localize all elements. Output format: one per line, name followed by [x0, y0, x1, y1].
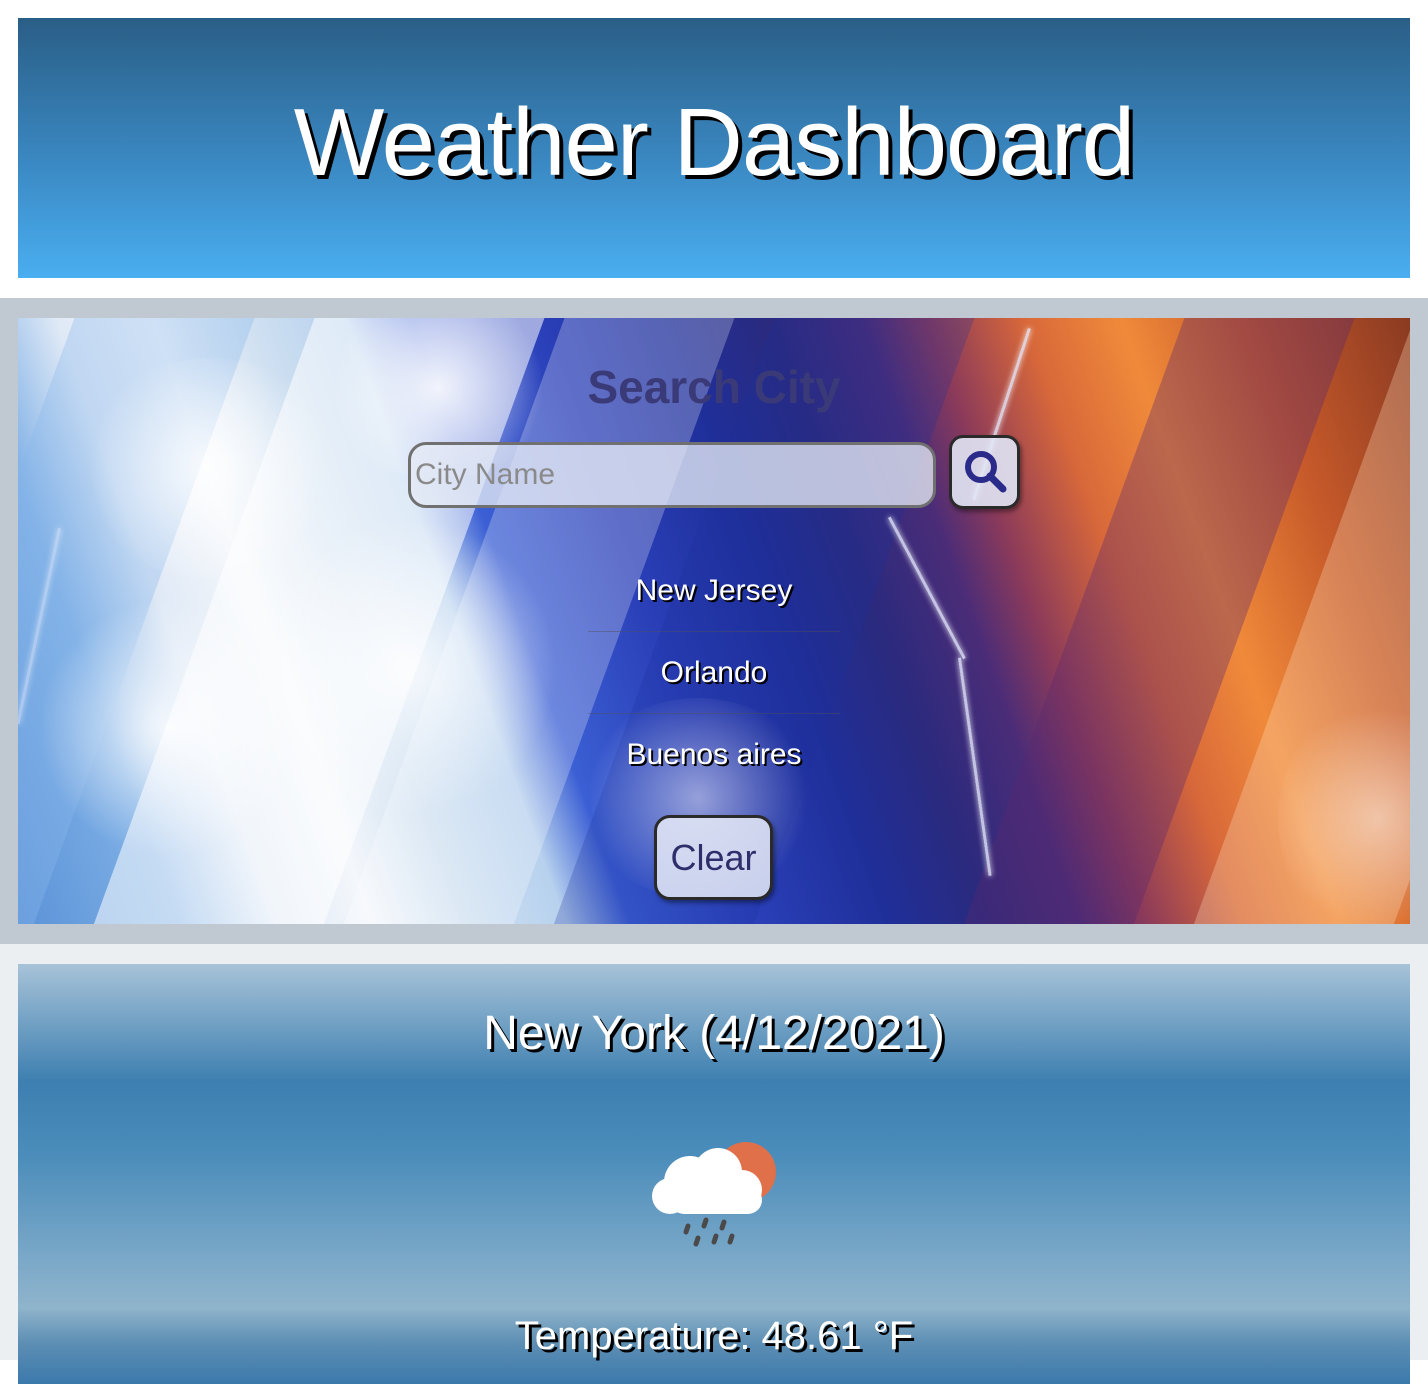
cloud-shape	[258, 518, 558, 818]
current-city-title: New York (4/12/2021)	[483, 1007, 945, 1060]
lightning-bolt	[958, 657, 992, 876]
search-history-list: New Jersey Orlando Buenos aires	[588, 550, 840, 796]
search-section: Search City New Jersey Orlando Buenos ai…	[0, 298, 1428, 944]
page-title: Weather Dashboard	[293, 89, 1135, 196]
cloud-shape	[38, 598, 298, 858]
clear-button[interactable]: Clear	[654, 815, 773, 900]
search-icon	[962, 448, 1008, 497]
history-item-new-jersey[interactable]: New Jersey	[588, 550, 840, 632]
history-item-orlando[interactable]: Orlando	[588, 632, 840, 714]
city-search-input[interactable]	[408, 442, 936, 508]
history-item-buenos-aires[interactable]: Buenos aires	[588, 714, 840, 796]
search-button[interactable]	[949, 435, 1020, 509]
page-header: Weather Dashboard	[18, 18, 1410, 278]
current-weather-card: New York (4/12/2021) Temperature: 48.61 …	[18, 964, 1410, 1384]
rain-cloud-sun-icon	[648, 1124, 783, 1254]
temperature-reading: Temperature: 48.61 °F	[514, 1314, 914, 1358]
current-weather-section: New York (4/12/2021) Temperature: 48.61 …	[0, 944, 1428, 1384]
search-panel: Search City New Jersey Orlando Buenos ai…	[18, 318, 1410, 924]
search-title: Search City	[587, 361, 841, 413]
lightning-bolt	[888, 516, 966, 660]
